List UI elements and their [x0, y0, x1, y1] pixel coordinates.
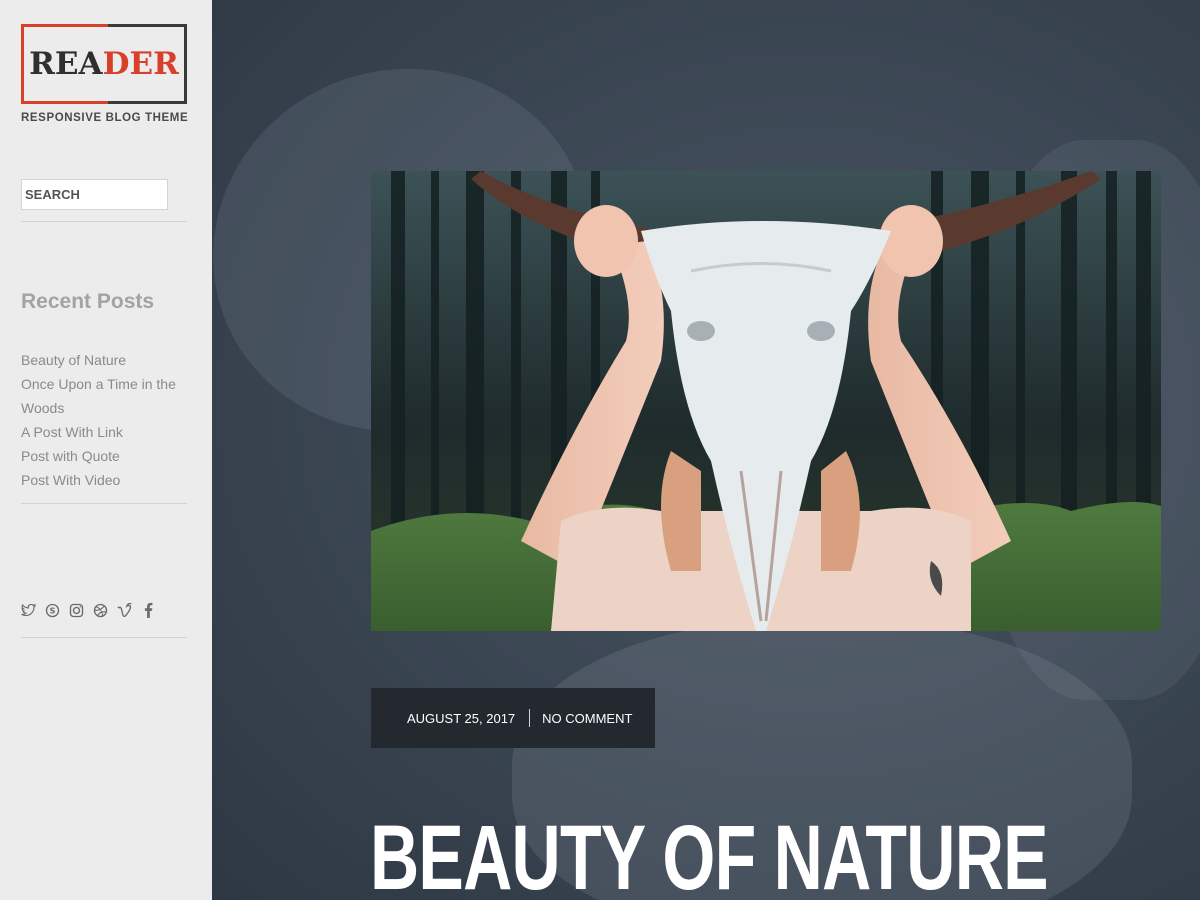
sidebar: READER RESPONSIVE BLOG THEME Recent Post…	[0, 0, 212, 900]
vimeo-icon[interactable]	[116, 601, 132, 619]
meta-separator	[529, 709, 531, 727]
social-links: S	[20, 601, 156, 619]
recent-post-link[interactable]: A Post With Link	[21, 420, 191, 444]
post-title[interactable]: BEAUTY OF NATURE	[370, 808, 1049, 900]
featured-image[interactable]	[371, 171, 1161, 631]
logo-text: REA DER	[21, 24, 187, 104]
skype-icon[interactable]: S	[44, 601, 60, 619]
svg-text:S: S	[49, 605, 55, 615]
site-tagline: RESPONSIVE BLOG THEME	[21, 112, 189, 124]
post-meta: AUGUST 25, 2017 NO COMMENT	[371, 688, 655, 748]
post-date[interactable]: AUGUST 25, 2017	[407, 711, 515, 726]
instagram-icon[interactable]	[68, 601, 84, 619]
divider	[21, 503, 187, 504]
recent-post-link[interactable]: Once Upon a Time in the Woods	[21, 372, 191, 420]
recent-posts-title: Recent Posts	[21, 290, 155, 313]
logo-text-part1: REA	[29, 46, 103, 82]
main-content: AUGUST 25, 2017 NO COMMENT BEAUTY OF NAT…	[212, 0, 1200, 900]
recent-post-link[interactable]: Post With Video	[21, 468, 191, 492]
logo-text-part2: DER	[102, 46, 179, 82]
post-comments-link[interactable]: NO COMMENT	[542, 711, 632, 726]
facebook-icon[interactable]	[140, 601, 156, 619]
recent-post-link[interactable]: Beauty of Nature	[21, 348, 191, 372]
recent-posts-list: Beauty of Nature Once Upon a Time in the…	[21, 348, 191, 492]
search-input[interactable]	[21, 179, 168, 210]
twitter-icon[interactable]	[20, 601, 36, 619]
divider	[21, 221, 187, 222]
site-logo[interactable]: REA DER	[21, 24, 187, 104]
dribbble-icon[interactable]	[92, 601, 108, 619]
divider	[21, 637, 187, 638]
recent-post-link[interactable]: Post with Quote	[21, 444, 191, 468]
